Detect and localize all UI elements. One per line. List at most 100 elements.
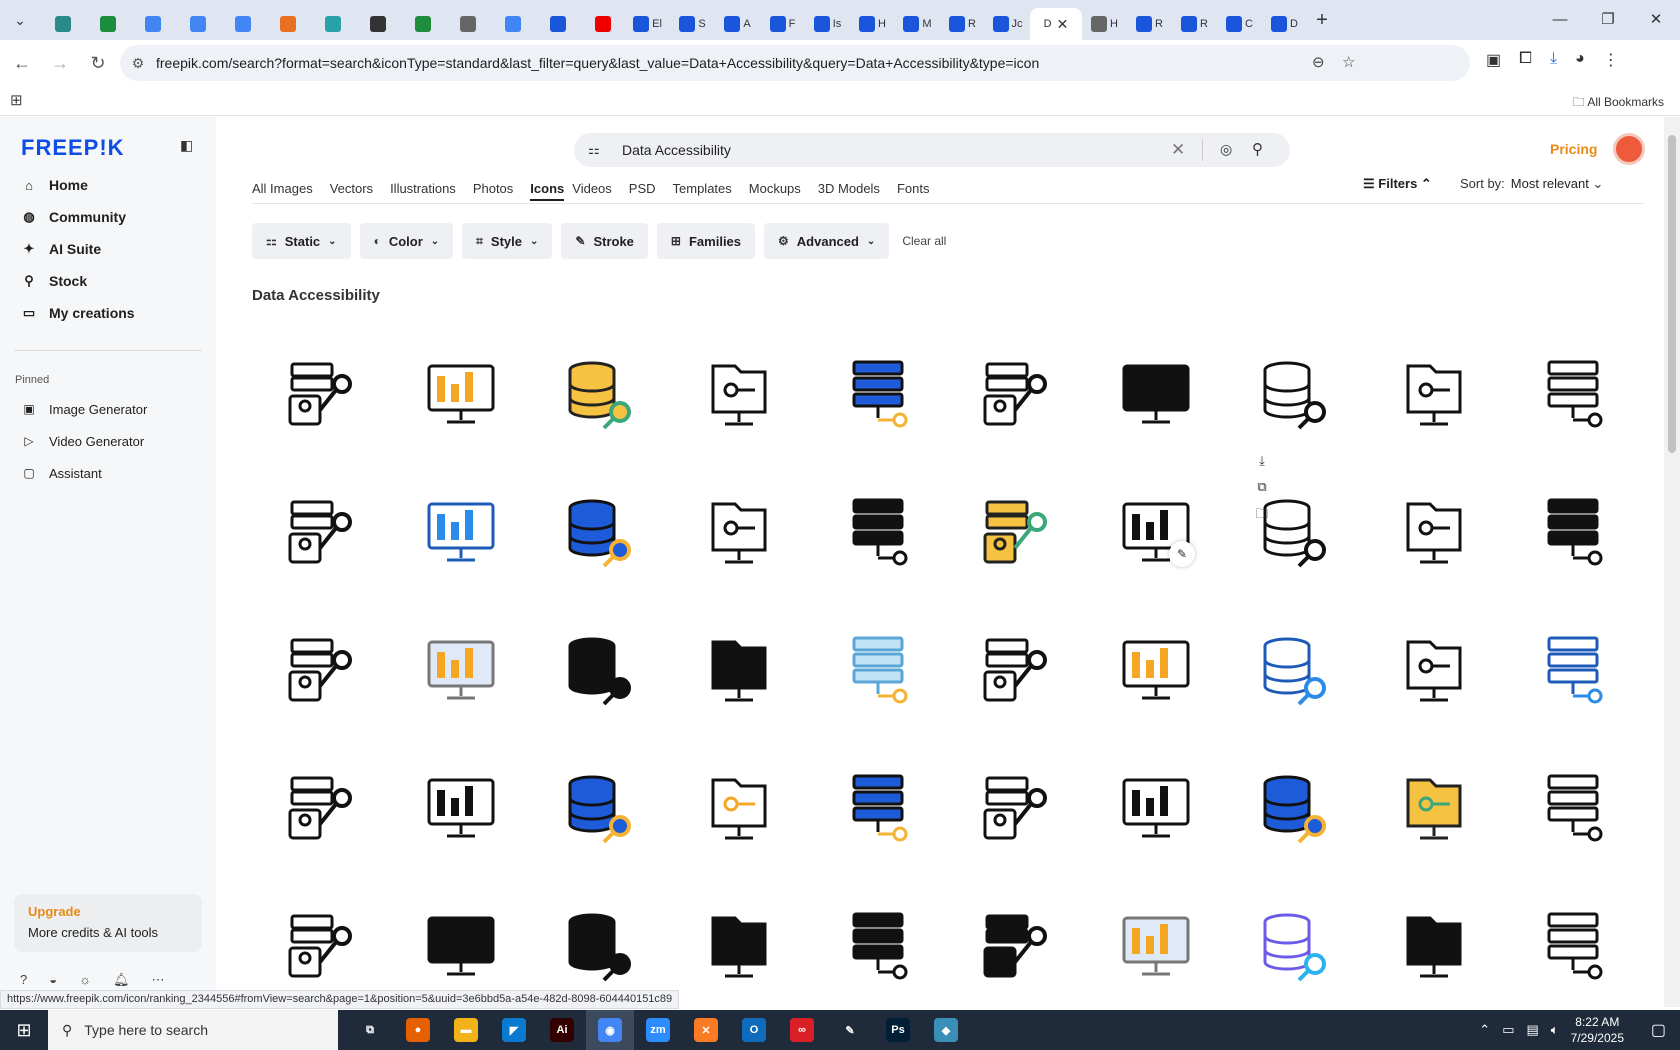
browser-tab[interactable]: H: [850, 8, 895, 40]
icon-result[interactable]: [808, 325, 947, 463]
taskbar-app[interactable]: Ps: [874, 1010, 922, 1050]
sidebar-item-stock[interactable]: ⚲ Stock: [14, 265, 204, 297]
sidebar-item-community[interactable]: ◍ Community: [14, 201, 204, 233]
bell-icon[interactable]: 🔔︎: [113, 972, 130, 988]
icon-result[interactable]: [391, 463, 530, 601]
search-type-icon[interactable]: ⚏: [588, 142, 622, 158]
filter-chip-color[interactable]: ◐ Color ⌄: [359, 223, 454, 259]
taskbar-app[interactable]: ▬: [442, 1010, 490, 1050]
tab-vectors[interactable]: Vectors: [330, 177, 382, 201]
restore-icon[interactable]: ❐: [1584, 0, 1632, 40]
browser-tab[interactable]: [310, 8, 355, 40]
clear-search-icon[interactable]: ✕: [1171, 140, 1185, 160]
new-tab-icon[interactable]: +: [1307, 9, 1337, 32]
extensions-puzzle-icon[interactable]: ⧠: [1519, 50, 1532, 70]
filter-chip-advanced[interactable]: ⚙ Advanced ⌄: [764, 223, 890, 259]
minimize-icon[interactable]: —: [1536, 0, 1584, 40]
tab-fonts[interactable]: Fonts: [897, 177, 939, 201]
bookmark-star-icon[interactable]: ☆: [1342, 53, 1355, 71]
sidebar-item-home[interactable]: ⌂ Home: [14, 169, 204, 201]
icon-result[interactable]: [947, 877, 1086, 1015]
browser-tab[interactable]: H: [1082, 8, 1127, 40]
help-icon[interactable]: ?: [20, 972, 27, 988]
browser-tab[interactable]: C: [1217, 8, 1262, 40]
tab-templates[interactable]: Templates: [673, 177, 741, 201]
browser-tab[interactable]: [175, 8, 220, 40]
icon-result[interactable]: [808, 877, 947, 1015]
browser-tab[interactable]: El: [625, 8, 670, 40]
sidebar-item-ai-suite[interactable]: ✦ AI Suite: [14, 233, 204, 265]
icon-result[interactable]: [1364, 739, 1503, 877]
sidebar-item-my-creations[interactable]: ▭ My creations: [14, 297, 204, 329]
browser-tab[interactable]: R: [1172, 8, 1217, 40]
copy-icon[interactable]: ⧉: [1257, 479, 1266, 495]
browser-tab[interactable]: F: [760, 8, 805, 40]
pinned-item-assistant[interactable]: ▢ Assistant: [14, 457, 204, 489]
filter-chip-style[interactable]: ⌗ Style ⌄: [462, 223, 553, 259]
taskbar-app[interactable]: ✕: [682, 1010, 730, 1050]
icon-result[interactable]: [530, 601, 669, 739]
browser-tab[interactable]: M: [895, 8, 940, 40]
icon-result[interactable]: [1364, 463, 1503, 601]
close-window-icon[interactable]: ✕: [1632, 0, 1680, 40]
icon-result[interactable]: [530, 739, 669, 877]
network-icon[interactable]: ▭: [1502, 1022, 1514, 1038]
search-bar[interactable]: ⚏ Data Accessibility ✕ ◎ ⚲: [574, 133, 1290, 167]
notification-icon[interactable]: ▢: [1651, 1020, 1666, 1040]
download-icon[interactable]: ⤓: [1550, 50, 1557, 70]
icon-result[interactable]: [808, 601, 947, 739]
tab-icons[interactable]: Icons: [530, 177, 565, 201]
icon-result[interactable]: [1225, 739, 1364, 877]
all-bookmarks[interactable]: 🗀 All Bookmarks: [1573, 93, 1664, 114]
icon-result[interactable]: [1364, 601, 1503, 739]
chevron-up-icon[interactable]: ⌃: [1479, 1022, 1490, 1038]
icon-result[interactable]: [947, 463, 1086, 601]
icon-result[interactable]: [530, 325, 669, 463]
icon-result[interactable]: [252, 601, 391, 739]
icon-result[interactable]: [530, 463, 669, 601]
icon-result[interactable]: [252, 463, 391, 601]
more-icon[interactable]: ⋯: [152, 972, 165, 988]
apps-grid-icon[interactable]: ⊞: [10, 91, 23, 109]
site-info-icon[interactable]: ⚙: [120, 55, 156, 72]
icon-result[interactable]: [252, 325, 391, 463]
icon-result[interactable]: [1086, 877, 1225, 1015]
taskbar-app[interactable]: O: [730, 1010, 778, 1050]
clear-all-link[interactable]: Clear all: [898, 223, 946, 259]
icon-result[interactable]: [669, 463, 808, 601]
icon-result[interactable]: [669, 325, 808, 463]
icon-result[interactable]: [1503, 739, 1642, 877]
pinned-item-image-generator[interactable]: ▣ Image Generator: [14, 393, 204, 425]
filter-chip-families[interactable]: ⊞ Families: [656, 223, 756, 259]
address-url[interactable]: freepik.com/search?format=search&iconTyp…: [156, 55, 1039, 71]
browser-tab[interactable]: R: [1127, 8, 1172, 40]
browser-tab[interactable]: D ✕: [1030, 8, 1082, 40]
browser-tab[interactable]: [580, 8, 625, 40]
sidebar-toggle-icon[interactable]: ◧: [180, 137, 193, 154]
filters-toggle[interactable]: ☰ Filters ⌃: [1363, 176, 1432, 192]
browser-tab[interactable]: Jc: [985, 8, 1030, 40]
freepik-logo[interactable]: FREEP!K: [21, 135, 125, 161]
clock[interactable]: 8:22 AM 7/29/2025: [1571, 1014, 1624, 1046]
volume-icon[interactable]: 🔈︎: [1551, 1022, 1559, 1038]
icon-result[interactable]: [669, 601, 808, 739]
icon-result[interactable]: [1503, 463, 1642, 601]
browser-tab[interactable]: [85, 8, 130, 40]
taskbar-app[interactable]: ◤: [490, 1010, 538, 1050]
icon-result[interactable]: [808, 739, 947, 877]
icon-result[interactable]: [1086, 601, 1225, 739]
page-scrollbar[interactable]: [1664, 117, 1680, 1007]
tab-search-icon[interactable]: ⌄: [0, 12, 40, 29]
edit-icon[interactable]: ✎: [1169, 541, 1195, 567]
icon-result[interactable]: [669, 739, 808, 877]
browser-tab[interactable]: A: [715, 8, 760, 40]
icon-result[interactable]: [947, 739, 1086, 877]
icon-result[interactable]: [1225, 463, 1364, 601]
icon-result[interactable]: [1086, 325, 1225, 463]
icon-result[interactable]: [1364, 325, 1503, 463]
camera-icon[interactable]: ◎: [1220, 141, 1232, 158]
icon-result[interactable]: [1086, 463, 1225, 601]
browser-tab[interactable]: [535, 8, 580, 40]
taskbar-app[interactable]: ✎: [826, 1010, 874, 1050]
icon-result[interactable]: [1364, 877, 1503, 1015]
